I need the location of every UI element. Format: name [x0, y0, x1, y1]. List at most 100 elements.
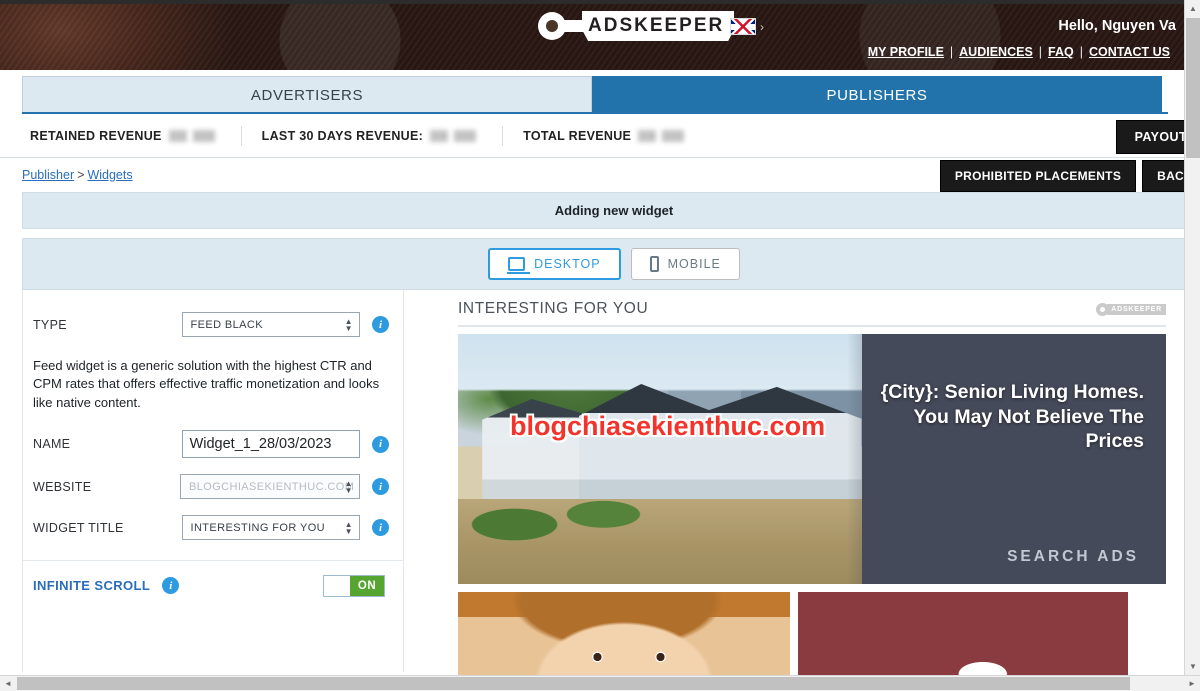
device-preview-toggle: DESKTOP MOBILE: [22, 238, 1200, 290]
divider: [240, 125, 242, 146]
page-title: Adding new widget: [22, 192, 1200, 229]
uk-flag-icon: [730, 18, 756, 35]
revenue-summary-bar: RETAINED REVENUE LAST 30 DAYS REVENUE: T…: [0, 114, 1200, 158]
breadcrumb: Publisher > Widgets: [22, 168, 133, 182]
prohibited-placements-button[interactable]: PROHIBITED PLACEMENTS: [939, 160, 1137, 192]
ad-headline: {City}: Senior Living Homes. You May Not…: [880, 381, 1144, 453]
ad-footer-label: SEARCH ADS: [1007, 548, 1139, 565]
info-icon[interactable]: i: [372, 435, 389, 453]
nav-separator: |: [1079, 45, 1083, 59]
device-toggle-mobile[interactable]: MOBILE: [630, 248, 740, 280]
page-content: ADSKEEPER › Hello, Nguyen Va MY PROFILE …: [0, 0, 1200, 691]
info-icon[interactable]: i: [372, 478, 389, 496]
divider: [458, 325, 1166, 327]
type-description: Feed widget is a generic solution with t…: [33, 358, 380, 410]
scroll-right-arrow-icon[interactable]: ►: [1184, 676, 1200, 691]
info-icon[interactable]: i: [162, 577, 180, 595]
nav-my-profile[interactable]: MY PROFILE: [862, 45, 950, 59]
infinite-scroll-state: ON: [350, 575, 384, 596]
breadcrumb-widgets[interactable]: Widgets: [87, 168, 132, 182]
field-website: WEBSITE BLOGCHIASEKIENTHUC.COM ▲ ▼ i: [23, 466, 403, 507]
website-select[interactable]: BLOGCHIASEKIENTHUC.COM ▲ ▼: [180, 474, 360, 500]
vertical-scrollbar[interactable]: ▲ ▼: [1184, 0, 1200, 675]
header-top-bar: [0, 0, 1184, 4]
name-input-value: Widget_1_28/03/2023: [189, 436, 332, 453]
scroll-up-arrow-icon[interactable]: ▲: [1185, 0, 1200, 17]
header-nav: MY PROFILE | AUDIENCES | FAQ | CONTACT U…: [862, 45, 1176, 59]
tab-advertisers[interactable]: ADVERTISERS: [22, 76, 592, 114]
widget-title-select[interactable]: INTERESTING FOR YOU ▲ ▼: [181, 515, 360, 541]
brand-logo-text: ADSKEEPER: [582, 11, 735, 41]
site-header: ADSKEEPER › Hello, Nguyen Va MY PROFILE …: [0, 0, 1184, 70]
horizontal-scrollbar[interactable]: ◄ ►: [0, 675, 1200, 691]
info-icon[interactable]: i: [372, 519, 389, 537]
field-name-label: NAME: [33, 437, 71, 452]
horizontal-scrollbar-thumb[interactable]: [17, 677, 1130, 690]
breadcrumb-row: Publisher > Widgets PROHIBITED PLACEMENTS …: [0, 158, 1200, 192]
vertical-scrollbar-thumb[interactable]: [1186, 18, 1200, 158]
last-30-days-revenue: LAST 30 DAYS REVENUE:: [261, 128, 483, 143]
widget-settings-form: TYPE FEED BLACK ▲ ▼ i Feed widget is a ge…: [22, 290, 404, 672]
chevron-updown-icon: ▲ ▼: [344, 519, 353, 536]
chevron-right-icon: ›: [760, 19, 764, 34]
total-revenue-value: [638, 129, 691, 142]
field-name: NAME Widget_1_28/03/2023 i: [23, 422, 403, 466]
field-type-label: TYPE: [33, 317, 67, 332]
retained-revenue-label: RETAINED REVENUE: [30, 128, 162, 143]
last-30-days-revenue-label: LAST 30 DAYS REVENUE:: [261, 128, 424, 143]
widget-title-select-value: INTERESTING FOR YOU: [190, 521, 326, 534]
breadcrumb-publisher[interactable]: Publisher: [22, 168, 74, 182]
infinite-scroll-label: INFINITE SCROLL: [33, 578, 151, 594]
widget-editor: TYPE FEED BLACK ▲ ▼ i Feed widget is a ge…: [22, 290, 1200, 691]
tab-publishers[interactable]: PUBLISHERS: [592, 76, 1162, 114]
widget-preview: INTERESTING FOR YOU ADSKEEPER {City}: Se…: [404, 290, 1200, 691]
mobile-icon: [649, 256, 659, 272]
info-icon[interactable]: i: [372, 316, 389, 333]
preview-title: INTERESTING FOR YOU: [458, 300, 649, 317]
nav-separator: |: [949, 45, 954, 59]
key-icon: [1096, 302, 1110, 316]
name-input[interactable]: Widget_1_28/03/2023: [181, 430, 360, 459]
chevron-updown-icon: ▲ ▼: [344, 478, 353, 495]
infinite-scroll-toggle[interactable]: ON: [323, 574, 385, 597]
website-select-value: BLOGCHIASEKIENTHUC.COM: [189, 480, 355, 493]
retained-revenue: RETAINED REVENUE: [30, 129, 221, 143]
scroll-left-arrow-icon[interactable]: ◄: [0, 676, 16, 691]
language-selector[interactable]: ›: [716, 18, 764, 35]
type-select-value: FEED BLACK: [190, 318, 263, 331]
field-website-label: WEBSITE: [33, 479, 92, 494]
last-30-days-revenue-value: [430, 129, 483, 142]
brand-logo[interactable]: ADSKEEPER: [538, 11, 735, 41]
device-toggle-desktop-label: DESKTOP: [534, 257, 601, 271]
preview-brand-text: ADSKEEPER: [1107, 303, 1166, 315]
nav-audiences[interactable]: AUDIENCES: [953, 45, 1039, 59]
nav-faq[interactable]: FAQ: [1042, 45, 1080, 59]
browser-viewport: ADSKEEPER › Hello, Nguyen Va MY PROFILE …: [0, 0, 1200, 691]
divider: [502, 125, 504, 146]
preview-brand-logo: ADSKEEPER: [1096, 302, 1166, 316]
total-revenue-label: TOTAL REVENUE: [523, 128, 632, 143]
key-icon: [538, 11, 588, 41]
desktop-icon: [507, 257, 531, 274]
field-widget-title-label: WIDGET TITLE: [33, 520, 124, 535]
chevron-updown-icon: ▲ ▼: [344, 316, 353, 333]
ad-card-main[interactable]: {City}: Senior Living Homes. You May Not…: [458, 334, 1166, 584]
type-select[interactable]: FEED BLACK ▲ ▼: [181, 312, 360, 337]
nav-contact-us[interactable]: CONTACT US: [1083, 45, 1176, 59]
field-widget-title: WIDGET TITLE INTERESTING FOR YOU ▲ ▼ i: [23, 507, 403, 548]
user-greeting: Hello, Nguyen Va: [1058, 18, 1176, 34]
nav-separator: |: [1038, 45, 1043, 59]
ad-overlay-panel: [847, 334, 1166, 584]
retained-revenue-value: [168, 129, 221, 142]
field-type: TYPE FEED BLACK ▲ ▼ i: [23, 304, 403, 345]
breadcrumb-actions: PROHIBITED PLACEMENTS BACK: [939, 160, 1200, 192]
breadcrumb-separator: >: [77, 168, 85, 182]
image-watermark: blogchiasekienthuc.com: [510, 411, 826, 441]
device-toggle-desktop[interactable]: DESKTOP: [488, 248, 621, 280]
preview-header: INTERESTING FOR YOU ADSKEEPER: [458, 300, 1166, 325]
scroll-down-arrow-icon[interactable]: ▼: [1185, 658, 1200, 675]
total-revenue: TOTAL REVENUE: [523, 128, 691, 143]
field-infinite-scroll: INFINITE SCROLL i ON: [23, 561, 403, 610]
spacer: [0, 229, 1184, 238]
device-toggle-mobile-label: MOBILE: [667, 257, 721, 271]
